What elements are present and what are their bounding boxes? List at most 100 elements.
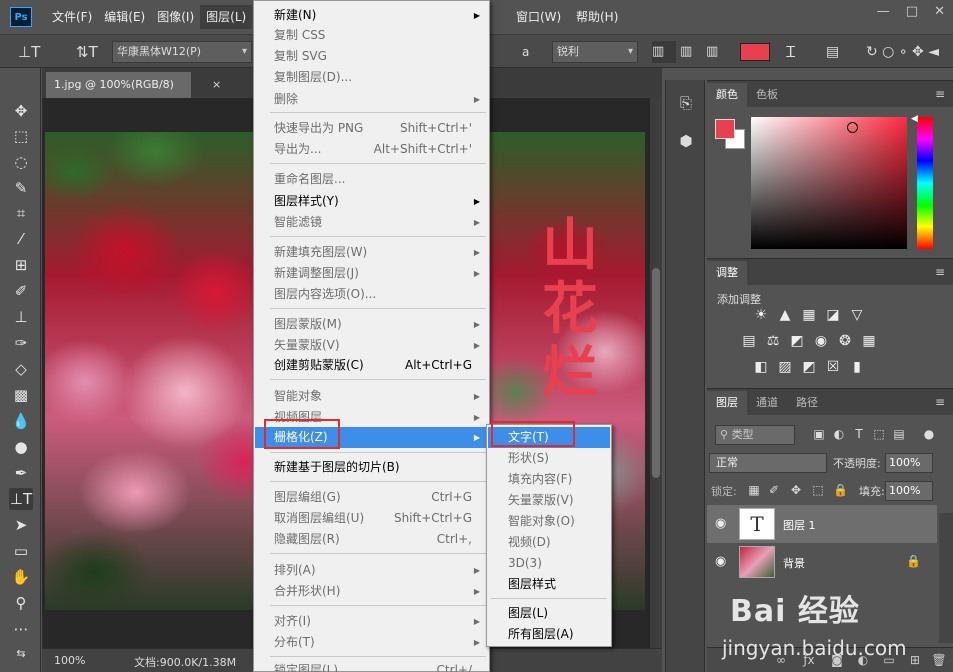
fill-input[interactable]: 100% — [885, 481, 933, 501]
menu-item-ungroup-layers[interactable]: 取消图层编组(U) Shift+Ctrl+G — [255, 508, 488, 529]
tab-swatches[interactable]: 色板 — [747, 83, 787, 107]
menu-item-vector-mask[interactable]: 矢量蒙版(V) ▶ — [255, 335, 488, 356]
lock-artboard-icon[interactable]: ⬚ — [811, 483, 825, 497]
crop-tool-icon[interactable]: ⌗ — [9, 202, 33, 224]
panel-menu-icon[interactable]: ≡ — [935, 395, 945, 409]
pen-tool-icon[interactable]: ✒ — [9, 462, 33, 484]
hue-marker-icon[interactable]: ◀ — [911, 114, 918, 124]
swap-colors-icon[interactable]: ⇆ — [9, 642, 33, 664]
gradient-map-icon[interactable]: ▮ — [849, 359, 865, 375]
color-picker-cursor[interactable] — [847, 122, 858, 133]
submenu-item-3d[interactable]: 3D(3) — [488, 553, 610, 574]
minimize-button[interactable]: — — [877, 4, 890, 19]
menu-item-export-as[interactable]: 导出为... Alt+Shift+Ctrl+' — [255, 139, 488, 160]
brush-tool-icon[interactable]: ✐ — [9, 280, 33, 302]
healing-brush-tool-icon[interactable]: ⊞ — [9, 254, 33, 276]
document-tab[interactable]: 1.jpg @ 100%(RGB/8) — [46, 72, 191, 98]
tab-color[interactable]: 颜色 — [707, 83, 747, 107]
menu-help[interactable]: 帮助(H) — [570, 5, 624, 29]
panel-menu-icon[interactable]: ≡ — [935, 87, 945, 101]
align-left-icon[interactable]: ▥ — [652, 41, 676, 63]
submenu-item-all-layers[interactable]: 所有图层(A) — [488, 624, 610, 645]
type-tool-icon[interactable]: ⊥T — [9, 488, 33, 510]
menu-item-delete[interactable]: 删除 ▶ — [255, 89, 488, 110]
menu-item-group-layers[interactable]: 图层编组(G) Ctrl+G — [255, 487, 488, 508]
rectangle-tool-icon[interactable]: ▭ — [9, 540, 33, 562]
curves-icon[interactable]: ▦ — [801, 307, 817, 323]
tab-channels[interactable]: 通道 — [747, 391, 787, 415]
menu-item-copy-css[interactable]: 复制 CSS — [255, 25, 488, 46]
scroll-thumb[interactable] — [652, 268, 660, 478]
menu-file[interactable]: 文件(F) — [46, 5, 98, 29]
panel-menu-icon[interactable]: ≡ — [935, 265, 945, 279]
menu-item-layer-style[interactable]: 图层样式(Y) ▶ — [255, 191, 488, 212]
selective-color-icon[interactable]: ☒ — [825, 359, 841, 375]
menu-item-align[interactable]: 对齐(I) ▶ — [255, 611, 488, 632]
visibility-eye-icon[interactable]: ◉ — [715, 554, 726, 569]
zoom-level[interactable]: 100% — [54, 654, 85, 667]
tab-layers[interactable]: 图层 — [707, 391, 747, 415]
menu-item-create-clipping-mask[interactable]: 创建剪贴蒙版(C) Alt+Ctrl+G — [255, 355, 488, 376]
submenu-item-video[interactable]: 视频(D) — [488, 532, 610, 553]
posterize-icon[interactable]: ▨ — [777, 359, 793, 375]
menu-item-layer-mask[interactable]: 图层蒙版(M) ▶ — [255, 314, 488, 335]
hand-tool-icon[interactable]: ✋ — [9, 566, 33, 588]
layer-row[interactable]: ◉ T 图层 1 — [707, 505, 937, 543]
invert-icon[interactable]: ◧ — [753, 359, 769, 375]
menu-item-copy-svg[interactable]: 复制 SVG — [255, 46, 488, 67]
type-tool-preset-icon[interactable]: ⊥T — [18, 41, 52, 63]
opacity-input[interactable]: 100% — [885, 453, 933, 473]
filter-toggle-icon[interactable]: ● — [921, 427, 937, 443]
menu-item-quick-export[interactable]: 快速导出为 PNG Shift+Ctrl+' — [255, 118, 488, 139]
filter-adjust-icon[interactable]: ◐ — [831, 427, 847, 443]
lock-transparent-icon[interactable]: ▦ — [747, 483, 761, 497]
layer-name[interactable]: 背景 — [783, 555, 805, 571]
lock-all-icon[interactable]: 🔒 — [833, 483, 848, 497]
menu-item-smart-filter[interactable]: 智能滤镜 ▶ — [255, 212, 488, 233]
vertical-scrollbar[interactable] — [650, 98, 662, 648]
menu-item-hide-layers[interactable]: 隐藏图层(R) Ctrl+, — [255, 529, 488, 550]
more-tools-icon[interactable]: ⋯ — [9, 618, 33, 640]
character-panel-icon[interactable]: ▤ — [826, 41, 846, 63]
menu-item-new-adjustment-layer[interactable]: 新建调整图层(J) ▶ — [255, 263, 488, 284]
menu-layer[interactable]: 图层(L) — [200, 5, 253, 29]
marquee-tool-icon[interactable]: ⬚ — [9, 125, 33, 147]
menu-item-lock-layers[interactable]: 锁定图层(L)... Ctrl+/ — [255, 660, 488, 672]
quick-select-tool-icon[interactable]: ✎ — [9, 177, 33, 199]
warp-text-icon[interactable]: Ꮖ — [786, 41, 806, 63]
color-lookup-icon[interactable]: ▦ — [861, 333, 877, 349]
history-panel-icon[interactable]: ⎘ — [676, 94, 696, 114]
threshold-icon[interactable]: ◩ — [801, 359, 817, 375]
channel-mixer-icon[interactable]: ❂ — [837, 333, 853, 349]
menu-window[interactable]: 窗口(W) — [510, 5, 567, 29]
tab-paths[interactable]: 路径 — [787, 391, 827, 415]
submenu-item-vector-mask[interactable]: 矢量蒙版(V) — [488, 490, 610, 511]
menu-item-duplicate-layer[interactable]: 复制图层(D)... — [255, 67, 488, 88]
levels-icon[interactable]: ▲ — [777, 307, 793, 323]
menu-item-new-fill-layer[interactable]: 新建填充图层(W) ▶ — [255, 242, 488, 263]
menu-item-rename-layer[interactable]: 重命名图层... — [255, 169, 488, 190]
lasso-tool-icon[interactable]: ◌ — [9, 151, 33, 173]
foreground-color-swatch[interactable] — [715, 119, 735, 139]
black-white-icon[interactable]: ◩ — [789, 333, 805, 349]
tab-close-icon[interactable]: × — [212, 78, 221, 91]
menu-item-new[interactable]: 新建(N) ▶ — [255, 5, 488, 26]
align-right-icon[interactable]: ▥ — [706, 41, 730, 63]
font-family-select[interactable]: 华康黑体W12(P) — [112, 41, 252, 63]
eraser-tool-icon[interactable]: ◇ — [9, 358, 33, 380]
layer-filter-select[interactable]: ⚲ 类型 — [715, 425, 795, 445]
layer-row[interactable]: ◉ 背景 🔒 — [707, 543, 937, 581]
zoom-tool-icon[interactable]: ⚲ — [9, 592, 33, 614]
filter-shape-icon[interactable]: ⬚ — [871, 427, 887, 443]
antialias-select[interactable]: 锐利 — [552, 41, 638, 63]
submenu-item-shape[interactable]: 形状(S) — [488, 448, 610, 469]
move-tool-icon[interactable]: ✥ — [9, 100, 33, 122]
layer-name[interactable]: 图层 1 — [783, 517, 816, 533]
lock-position-icon[interactable]: ✥ — [789, 483, 803, 497]
submenu-item-fill-content[interactable]: 填充内容(F) — [488, 469, 610, 490]
blend-mode-select[interactable]: 正常 — [709, 453, 827, 473]
history-brush-tool-icon[interactable]: ✑ — [9, 332, 33, 354]
menu-image[interactable]: 图像(I) — [151, 5, 200, 29]
text-color-swatch[interactable] — [740, 43, 770, 61]
filter-type-icon[interactable]: T — [851, 427, 867, 443]
